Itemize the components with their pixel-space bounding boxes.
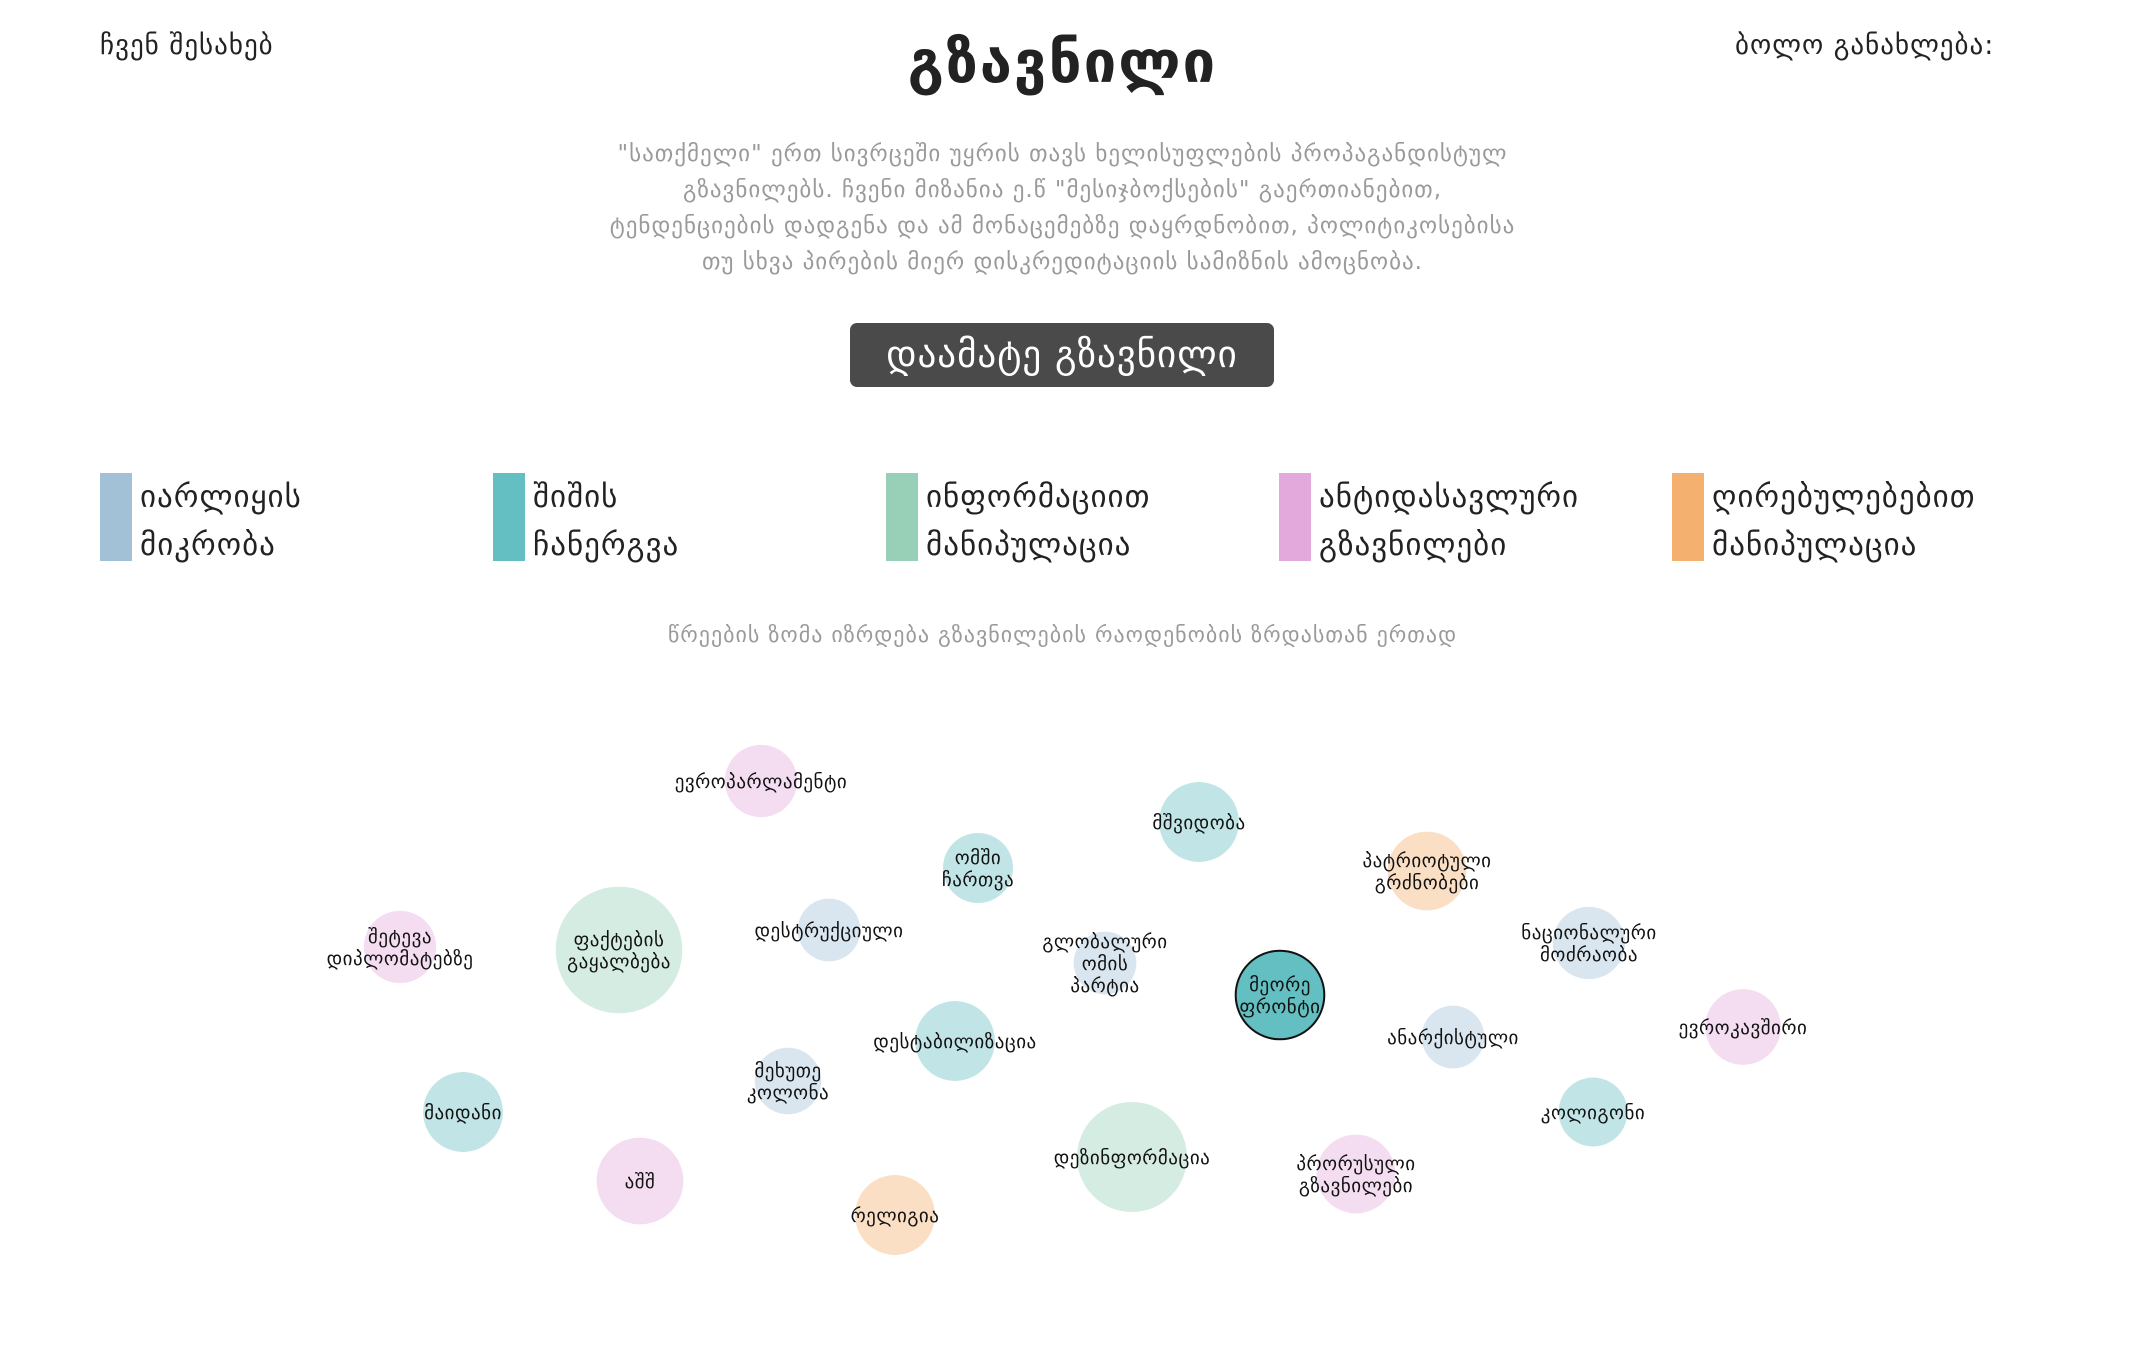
message-bubble[interactable]: დესტაბილიზაცია — [873, 1001, 1036, 1081]
legend-label: იარლიყის მიკრობა — [140, 479, 302, 563]
add-message-button[interactable]: დაამატე გზავნილი — [850, 323, 1274, 387]
bubble-label: ომში — [955, 847, 1002, 869]
message-bubble[interactable]: დეზინფორმაცია — [1054, 1101, 1211, 1213]
bubble-label: მეხუთე — [754, 1060, 821, 1082]
bubble-label: კოლიგონი — [1541, 1102, 1645, 1124]
legend-label: ანტიდასავლური გზავნილები — [1319, 479, 1580, 563]
legend-swatch — [100, 473, 132, 561]
message-bubble[interactable]: ფაქტებისგაყალბება — [555, 886, 683, 1014]
bubble-label: გლობალური — [1042, 931, 1167, 953]
bubble-label: ევროკავშირი — [1679, 1017, 1808, 1039]
legend-swatch — [1672, 473, 1704, 561]
legend-label: ინფორმაციით მანიპულაცია — [926, 479, 1151, 563]
message-bubble[interactable]: ნაციონალურიმოძრაობა — [1521, 906, 1656, 980]
bubble-label: გაყალბება — [567, 951, 671, 973]
bubble-label: ჩართვა — [942, 869, 1014, 891]
bubble-label: კოლონა — [747, 1082, 829, 1104]
bubble-label: მეორე — [1249, 974, 1311, 996]
bubble-label: ფრონტი — [1240, 996, 1321, 1018]
message-bubble[interactable]: დესტრუქციული — [754, 898, 903, 962]
bubble-label: ევროპარლამენტი — [675, 771, 848, 793]
message-bubble[interactable]: მაიდანი — [423, 1072, 503, 1152]
message-bubble[interactable]: კოლიგონი — [1541, 1077, 1645, 1147]
category-legend: იარლიყის მიკრობა შიშის ჩანერგვა ინფორმაც… — [100, 473, 2060, 563]
legend-swatch — [1279, 473, 1311, 561]
message-bubble[interactable]: მეორეფრონტი — [1234, 949, 1326, 1041]
message-bubble[interactable]: ომშიჩართვა — [942, 832, 1014, 904]
bubble-label: დესტაბილიზაცია — [873, 1031, 1036, 1053]
intro-line: თუ სხვა პირების მიერ დისკრედიტაციის სამი… — [702, 249, 1423, 275]
message-bubble[interactable]: ევროპარლამენტი — [675, 744, 848, 818]
intro-line: ტენდენციების დადგენა და ამ მონაცემებზე დ… — [609, 213, 1516, 239]
bubble-label: ომის — [1082, 953, 1129, 975]
intro-line: "სათქმელი" ერთ სივრცეში უყრის თავს ხელის… — [617, 141, 1508, 167]
message-bubble[interactable]: ანარქისტული — [1387, 1005, 1519, 1069]
bubble-label: შეტევა — [368, 926, 432, 948]
bubble-label: მშვიდობა — [1152, 812, 1245, 834]
message-bubble[interactable]: მშვიდობა — [1152, 782, 1245, 862]
bubble-label: პარტია — [1070, 975, 1139, 997]
message-bubble[interactable]: ევროკავშირი — [1679, 989, 1808, 1065]
bubble-label: მოძრაობა — [1540, 944, 1638, 966]
bubble-label: პატრიოტული — [1362, 850, 1491, 872]
message-bubble[interactable]: რელიგია — [851, 1175, 940, 1255]
bubble-label: ფაქტების — [574, 929, 665, 951]
legend-swatch — [493, 473, 525, 561]
intro-text: "სათქმელი" ერთ სივრცეში უყრის თავს ხელის… — [560, 136, 1565, 280]
legend-label: ღირებულებებით მანიპულაცია — [1712, 479, 1976, 563]
message-bubble[interactable]: მეხუთეკოლონა — [747, 1047, 829, 1115]
bubble-label: დეზინფორმაცია — [1054, 1147, 1211, 1169]
last-update-label: ბოლო განახლება: — [1735, 30, 1995, 61]
bubble-label: მაიდანი — [424, 1102, 502, 1124]
bubble-label: გზავნილები — [1299, 1175, 1413, 1197]
bubble-label: დიპლომატებზე — [327, 948, 474, 970]
bubble-size-note: წრეების ზომა იზრდება გზავნილების რაოდენო… — [667, 623, 1458, 648]
bubble-label: გრძნობები — [1375, 872, 1480, 894]
bubble-label: რელიგია — [851, 1205, 940, 1227]
intro-line: გზავნილებს. ჩვენი მიზანია ე.წ "მესიჯბოქს… — [682, 177, 1443, 203]
message-bubble[interactable]: პატრიოტულიგრძნობები — [1362, 831, 1491, 911]
bubble-label: დესტრუქციული — [754, 920, 903, 942]
legend-swatch — [886, 473, 918, 561]
legend-label: შიშის ჩანერგვა — [533, 479, 680, 563]
bubble-label: ნაციონალური — [1521, 922, 1656, 944]
bubble-label: აშშ — [625, 1171, 656, 1193]
message-bubble[interactable]: შეტევადიპლომატებზე — [327, 910, 474, 984]
bubble-label: პრორუსული — [1296, 1153, 1415, 1175]
bubble-label: ანარქისტული — [1387, 1027, 1519, 1049]
message-bubble[interactable]: გლობალურიომისპარტია — [1042, 931, 1167, 997]
message-bubble[interactable]: აშშ — [596, 1137, 684, 1225]
message-bubble[interactable]: პრორუსულიგზავნილები — [1296, 1134, 1415, 1214]
